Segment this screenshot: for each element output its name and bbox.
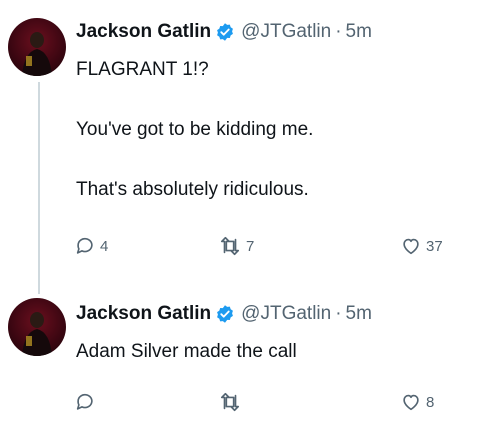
retweet-button[interactable] bbox=[218, 388, 246, 416]
author-handle[interactable]: @JTGatlin bbox=[241, 21, 331, 43]
avatar[interactable] bbox=[8, 298, 66, 356]
timestamp[interactable]: 5m bbox=[346, 303, 372, 325]
tweet-header: Jackson Gatlin @JTGatlin · 5m bbox=[76, 302, 372, 326]
retweet-button[interactable]: 7 bbox=[218, 232, 254, 260]
retweet-count: 7 bbox=[246, 237, 255, 255]
tweet-text-line: You've got to be kidding me. bbox=[76, 119, 314, 140]
retweet-icon bbox=[218, 391, 242, 413]
tweet-text-line: FLAGRANT 1!? bbox=[76, 59, 209, 80]
tweet-actions: 8 bbox=[74, 388, 474, 416]
like-count: 8 bbox=[426, 393, 435, 411]
tweet-header: Jackson Gatlin @JTGatlin · 5m bbox=[76, 20, 372, 44]
tweet-text-line: That's absolutely ridiculous. bbox=[76, 179, 309, 200]
timestamp[interactable]: 5m bbox=[346, 21, 372, 43]
like-button[interactable]: 8 bbox=[400, 388, 434, 416]
author-name[interactable]: Jackson Gatlin bbox=[76, 21, 211, 43]
reply-button[interactable] bbox=[74, 388, 100, 416]
heart-icon bbox=[400, 391, 422, 413]
like-count: 37 bbox=[426, 237, 443, 255]
verified-badge-icon bbox=[215, 304, 235, 324]
tweet-actions: 4 7 37 bbox=[74, 232, 474, 260]
avatar[interactable] bbox=[8, 18, 66, 76]
tweet[interactable]: Jackson Gatlin @JTGatlin · 5m FLAGRANT 1… bbox=[0, 0, 500, 290]
retweet-icon bbox=[218, 235, 242, 257]
author-handle[interactable]: @JTGatlin bbox=[241, 303, 331, 325]
like-button[interactable]: 37 bbox=[400, 232, 443, 260]
reply-icon bbox=[74, 391, 96, 413]
verified-badge-icon bbox=[215, 22, 235, 42]
author-name[interactable]: Jackson Gatlin bbox=[76, 303, 211, 325]
heart-icon bbox=[400, 235, 422, 257]
reply-icon bbox=[74, 235, 96, 257]
reply-button[interactable]: 4 bbox=[74, 232, 108, 260]
separator-dot: · bbox=[335, 21, 342, 42]
tweet-text-line: Adam Silver made the call bbox=[76, 341, 297, 362]
tweet[interactable]: Jackson Gatlin @JTGatlin · 5m Adam Silve… bbox=[0, 290, 500, 440]
reply-count: 4 bbox=[100, 237, 109, 255]
separator-dot: · bbox=[335, 303, 342, 324]
